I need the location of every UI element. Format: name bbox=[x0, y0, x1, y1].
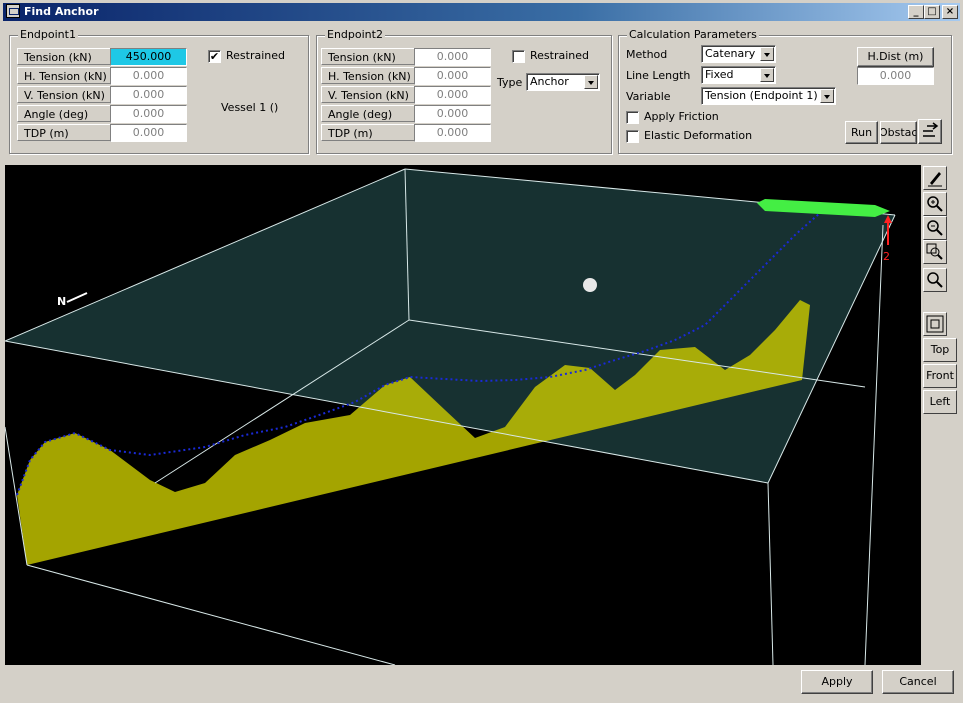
zoom-fit-icon bbox=[927, 272, 943, 288]
endpoint-marker-label: 2 bbox=[883, 250, 890, 263]
cancel-button[interactable]: Cancel bbox=[882, 670, 954, 694]
endpoint2-row-value[interactable]: 0.000 bbox=[414, 67, 491, 85]
window-title: Find Anchor bbox=[24, 5, 99, 18]
zoom-in-icon bbox=[927, 196, 943, 212]
endpoint2-row-label: TDP (m) bbox=[321, 124, 415, 141]
minimize-button[interactable]: _ bbox=[908, 5, 924, 19]
line-length-label: Line Length bbox=[626, 69, 691, 82]
scene-canvas: 2 N bbox=[5, 168, 896, 665]
close-button[interactable]: × bbox=[942, 5, 958, 19]
hdist-input[interactable]: 0.000 bbox=[857, 67, 934, 85]
chevron-down-icon[interactable] bbox=[760, 47, 774, 61]
elastic-deformation-label: Elastic Deformation bbox=[644, 129, 753, 142]
hdist-label: H.Dist (m) bbox=[857, 47, 934, 67]
variable-dropdown[interactable]: Tension (Endpoint 1) bbox=[701, 87, 836, 105]
method-dropdown[interactable]: Catenary bbox=[701, 45, 776, 63]
zoom-window-tool[interactable] bbox=[923, 240, 947, 264]
buoy bbox=[583, 278, 597, 292]
endpoint2-restrained-checkbox[interactable] bbox=[512, 50, 525, 63]
line-length-dropdown[interactable]: Fixed bbox=[701, 66, 776, 84]
endpoint1-row-value[interactable]: 450.000 bbox=[110, 48, 187, 66]
variable-label: Variable bbox=[626, 90, 671, 103]
endpoint1-row-value[interactable]: 0.000 bbox=[110, 105, 187, 123]
vessel-label: Vessel 1 () bbox=[221, 101, 279, 114]
options-button[interactable] bbox=[918, 119, 942, 144]
zoom-in-tool[interactable] bbox=[923, 192, 947, 216]
north-arrow-icon bbox=[66, 292, 88, 303]
endpoint2-restrained-label: Restrained bbox=[530, 49, 590, 62]
endpoint1-row-value[interactable]: 0.000 bbox=[110, 67, 187, 85]
endpoint1-row-label: V. Tension (kN) bbox=[17, 86, 111, 103]
apply-friction-checkbox[interactable] bbox=[626, 111, 639, 124]
zoom-window-icon bbox=[926, 243, 943, 260]
view-top-button[interactable]: Top bbox=[923, 338, 957, 362]
maximize-button[interactable]: □ bbox=[924, 5, 940, 19]
find-anchor-window: Find Anchor _ □ × Endpoint1 Tension (kN)… bbox=[0, 0, 963, 703]
endpoint1-row-label: Tension (kN) bbox=[17, 48, 111, 65]
endpoint1-restrained-checkbox[interactable]: ✔ bbox=[208, 50, 221, 63]
type-value: Anchor bbox=[530, 75, 569, 88]
endpoint1-row-label: TDP (m) bbox=[17, 124, 111, 141]
zoom-fit-tool[interactable] bbox=[923, 268, 947, 292]
endpoint1-row-value[interactable]: 0.000 bbox=[110, 124, 187, 142]
endpoint1-row-label: Angle (deg) bbox=[17, 105, 111, 122]
calc-params-group-title: Calculation Parameters bbox=[627, 28, 759, 41]
chevron-down-icon[interactable] bbox=[584, 75, 598, 89]
method-label: Method bbox=[626, 48, 668, 61]
endpoint2-row-label: Angle (deg) bbox=[321, 105, 415, 122]
endpoint2-row-label: Tension (kN) bbox=[321, 48, 415, 65]
endpoint1-group-title: Endpoint1 bbox=[18, 28, 78, 41]
app-icon bbox=[6, 4, 20, 18]
endpoint2-row-label: H. Tension (kN) bbox=[321, 67, 415, 84]
method-value: Catenary bbox=[705, 47, 756, 60]
endpoint1-row-value[interactable]: 0.000 bbox=[110, 86, 187, 104]
endpoint1-restrained-label: Restrained bbox=[226, 49, 286, 62]
3d-viewport[interactable]: 2 N bbox=[5, 165, 921, 665]
zoom-out-icon bbox=[927, 220, 943, 236]
endpoint2-row-value[interactable]: 0.000 bbox=[414, 105, 491, 123]
run-button[interactable]: Run bbox=[845, 121, 878, 144]
endpoint2-row-value[interactable]: 0.000 bbox=[414, 124, 491, 142]
view-front-button[interactable]: Front bbox=[923, 364, 957, 388]
fit-view-tool[interactable] bbox=[923, 312, 947, 336]
view-left-button[interactable]: Left bbox=[923, 390, 957, 414]
title-bar[interactable]: Find Anchor _ □ × bbox=[3, 3, 960, 21]
endpoint2-group-title: Endpoint2 bbox=[325, 28, 385, 41]
chevron-down-icon[interactable] bbox=[760, 68, 774, 82]
elastic-deformation-checkbox[interactable] bbox=[626, 130, 639, 143]
endpoint2-row-value[interactable]: 0.000 bbox=[414, 48, 491, 66]
variable-value: Tension (Endpoint 1) bbox=[705, 89, 818, 102]
line-length-value: Fixed bbox=[705, 68, 734, 81]
zoom-out-tool[interactable] bbox=[923, 216, 947, 240]
pen-icon bbox=[928, 172, 942, 187]
pen-tool[interactable] bbox=[923, 166, 947, 190]
endpoint2-row-label: V. Tension (kN) bbox=[321, 86, 415, 103]
north-label: N bbox=[57, 295, 66, 308]
endpoint1-row-label: H. Tension (kN) bbox=[17, 67, 111, 84]
apply-button[interactable]: Apply bbox=[801, 670, 873, 694]
endpoint2-row-value[interactable]: 0.000 bbox=[414, 86, 491, 104]
frame-icon bbox=[926, 315, 944, 333]
type-dropdown[interactable]: Anchor bbox=[526, 73, 600, 91]
apply-friction-label: Apply Friction bbox=[644, 110, 719, 123]
type-label: Type bbox=[497, 76, 523, 89]
route-icon bbox=[923, 122, 939, 137]
chevron-down-icon[interactable] bbox=[820, 89, 834, 103]
obstacle-button[interactable]: Obstacle bbox=[880, 121, 917, 144]
